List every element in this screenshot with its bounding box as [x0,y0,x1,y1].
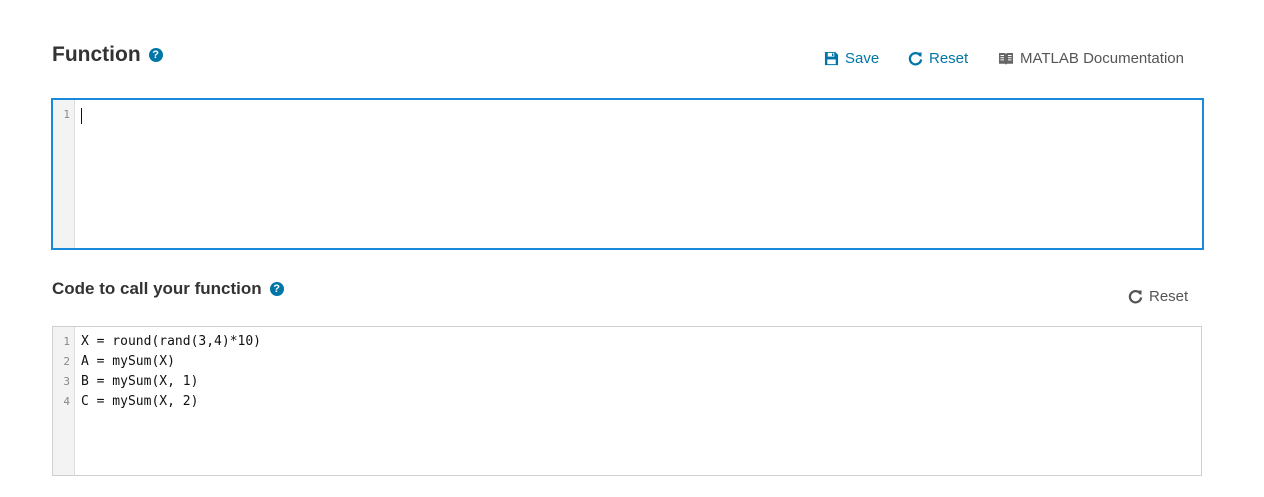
matlab-documentation-link[interactable]: MATLAB Documentation [998,50,1184,67]
line-number-gutter: 1 2 3 4 [53,327,75,475]
call-code-title: Code to call your function [52,279,262,298]
call-reset-label: Reset [1149,288,1189,305]
refresh-icon [1128,290,1143,304]
floppy-disk-icon [824,51,839,66]
code-line[interactable] [81,105,1196,125]
line-number: 1 [63,335,70,348]
function-code-content[interactable] [81,105,1196,125]
save-button[interactable]: Save [824,50,879,67]
code-line[interactable]: X = round(rand(3,4)*10) [81,332,1195,352]
code-line[interactable]: C = mySum(X, 2) [81,392,1195,412]
code-line[interactable]: B = mySum(X, 1) [81,372,1195,392]
solution-page: Function ? Save Reset MATLAB Documentati… [0,0,1264,497]
book-icon [999,52,1013,65]
reset-label: Reset [929,50,969,67]
line-number: 3 [63,375,70,388]
call-code-editor[interactable]: 1 2 3 4 X = round(rand(3,4)*10) A = mySum(X)… [52,326,1202,476]
line-number-gutter: 1 [53,100,75,248]
text-cursor [81,108,82,124]
code-line[interactable]: A = mySum(X) [81,352,1195,372]
function-title: Function [52,43,141,66]
line-number: 2 [63,355,70,368]
line-number: 4 [63,395,70,408]
question-circle-icon[interactable]: ? [148,48,163,62]
reset-button[interactable]: Reset [908,50,968,67]
save-label: Save [845,50,880,67]
function-heading: Function ? [52,43,163,67]
function-code-editor[interactable]: 1 [51,98,1204,250]
call-reset-button[interactable]: Reset [1128,288,1188,305]
question-circle-icon[interactable]: ? [269,282,284,296]
docs-label: MATLAB Documentation [1020,50,1184,67]
refresh-icon [908,52,923,66]
line-number: 1 [63,108,70,121]
call-code-heading: Code to call your function ? [52,279,284,299]
call-code-content[interactable]: X = round(rand(3,4)*10) A = mySum(X) B = m… [81,332,1195,412]
